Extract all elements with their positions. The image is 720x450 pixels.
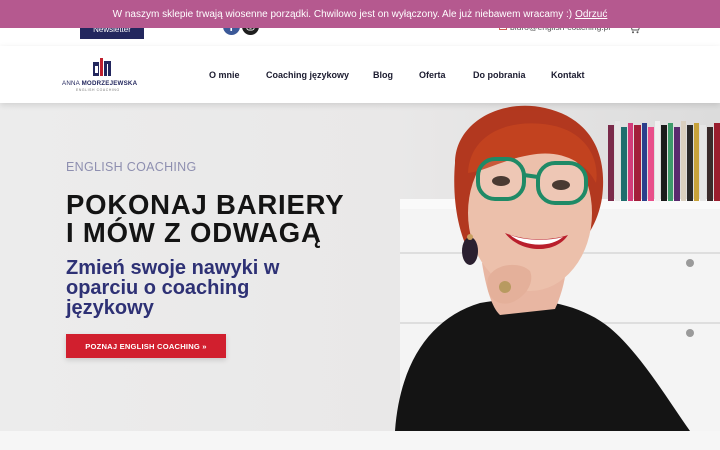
notice-text: W naszym sklepie trwają wiosenne porządk… bbox=[112, 8, 573, 20]
logo-monogram bbox=[93, 58, 111, 76]
nav-item-o-mnie[interactable]: O mnie bbox=[209, 46, 240, 103]
hero-subheading: Zmień swoje nawyki w oparciu o coaching … bbox=[66, 257, 280, 319]
hero-section: ENGLISH COACHING POKONAJ BARIERY I MÓW Z… bbox=[0, 103, 720, 431]
hero-eyebrow: ENGLISH COACHING bbox=[66, 160, 197, 174]
logo-last-name: MODRZEJEWSKA bbox=[81, 80, 138, 87]
logo-first-name: ANNA bbox=[62, 80, 80, 87]
hero-headline: POKONAJ BARIERY I MÓW Z ODWAGĄ bbox=[66, 191, 344, 247]
hero-headline-line2: I MÓW Z ODWAGĄ bbox=[66, 217, 322, 248]
dismiss-notice-link[interactable]: Odrzuć bbox=[575, 9, 607, 20]
logo-tagline: ENGLISH COACHING bbox=[76, 88, 120, 92]
nav-item-do-pobrania[interactable]: Do pobrania bbox=[473, 46, 526, 103]
site-header: ANNA MODRZEJEWSKA ENGLISH COACHING O mni… bbox=[0, 46, 720, 103]
nav-item-oferta[interactable]: Oferta bbox=[419, 46, 446, 103]
logo-name: ANNA MODRZEJEWSKA bbox=[62, 80, 144, 87]
hero-headline-line1: POKONAJ BARIERY bbox=[66, 189, 345, 220]
site-logo[interactable]: ANNA MODRZEJEWSKA ENGLISH COACHING bbox=[62, 58, 144, 94]
cta-button[interactable]: POZNAJ ENGLISH COACHING » bbox=[66, 334, 226, 358]
nav-item-blog[interactable]: Blog bbox=[373, 46, 393, 103]
next-section-strip bbox=[0, 431, 720, 450]
store-notice: W naszym sklepie trwają wiosenne porządk… bbox=[0, 0, 720, 28]
nav-item-coaching-jezykowy[interactable]: Coaching językowy bbox=[266, 46, 349, 103]
nav-item-kontakt[interactable]: Kontakt bbox=[551, 46, 585, 103]
